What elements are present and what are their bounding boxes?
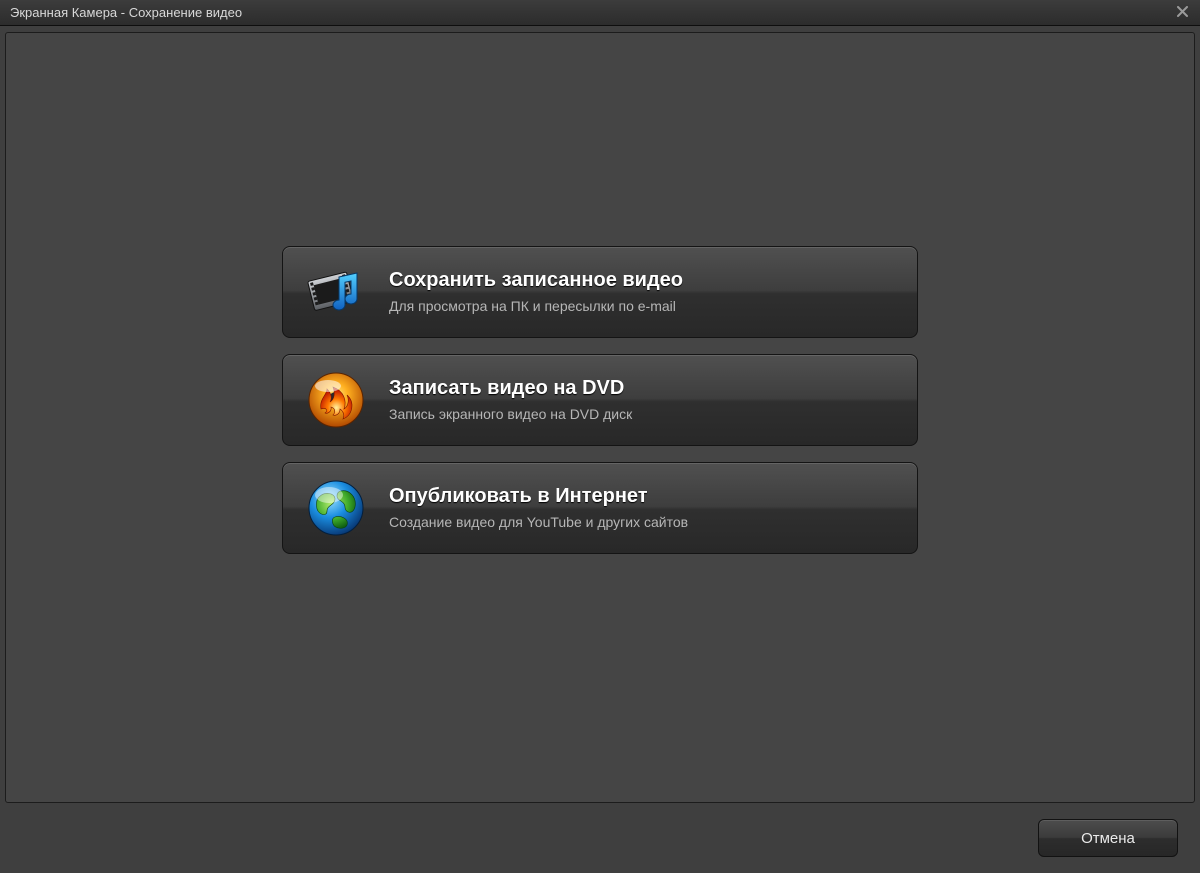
close-button[interactable]	[1170, 4, 1194, 22]
cancel-button-label: Отмена	[1081, 830, 1135, 847]
option-description: Запись экранного видео на DVD диск	[389, 406, 632, 422]
option-text: Записать видео на DVD Запись экранного в…	[389, 377, 632, 422]
option-description: Для просмотра на ПК и пересылки по e-mai…	[389, 298, 683, 314]
window-title: Экранная Камера - Сохранение видео	[10, 5, 1170, 20]
cancel-button[interactable]: Отмена	[1038, 819, 1178, 857]
titlebar: Экранная Камера - Сохранение видео	[0, 0, 1200, 26]
option-text: Сохранить записанное видео Для просмотра…	[389, 269, 683, 314]
option-description: Создание видео для YouTube и других сайт…	[389, 514, 688, 530]
option-text: Опубликовать в Интернет Создание видео д…	[389, 485, 688, 530]
option-publish-web[interactable]: Опубликовать в Интернет Создание видео д…	[282, 462, 918, 554]
globe-icon	[305, 477, 367, 539]
film-music-icon	[305, 261, 367, 323]
option-burn-dvd[interactable]: Записать видео на DVD Запись экранного в…	[282, 354, 918, 446]
options-list: Сохранить записанное видео Для просмотра…	[282, 246, 918, 554]
option-title: Сохранить записанное видео	[389, 269, 683, 292]
footer: Отмена	[0, 803, 1200, 873]
option-title: Опубликовать в Интернет	[389, 485, 688, 508]
option-save-video[interactable]: Сохранить записанное видео Для просмотра…	[282, 246, 918, 338]
close-icon	[1177, 5, 1188, 20]
content-panel: Сохранить записанное видео Для просмотра…	[5, 32, 1195, 803]
option-title: Записать видео на DVD	[389, 377, 632, 400]
dvd-burn-icon	[305, 369, 367, 431]
